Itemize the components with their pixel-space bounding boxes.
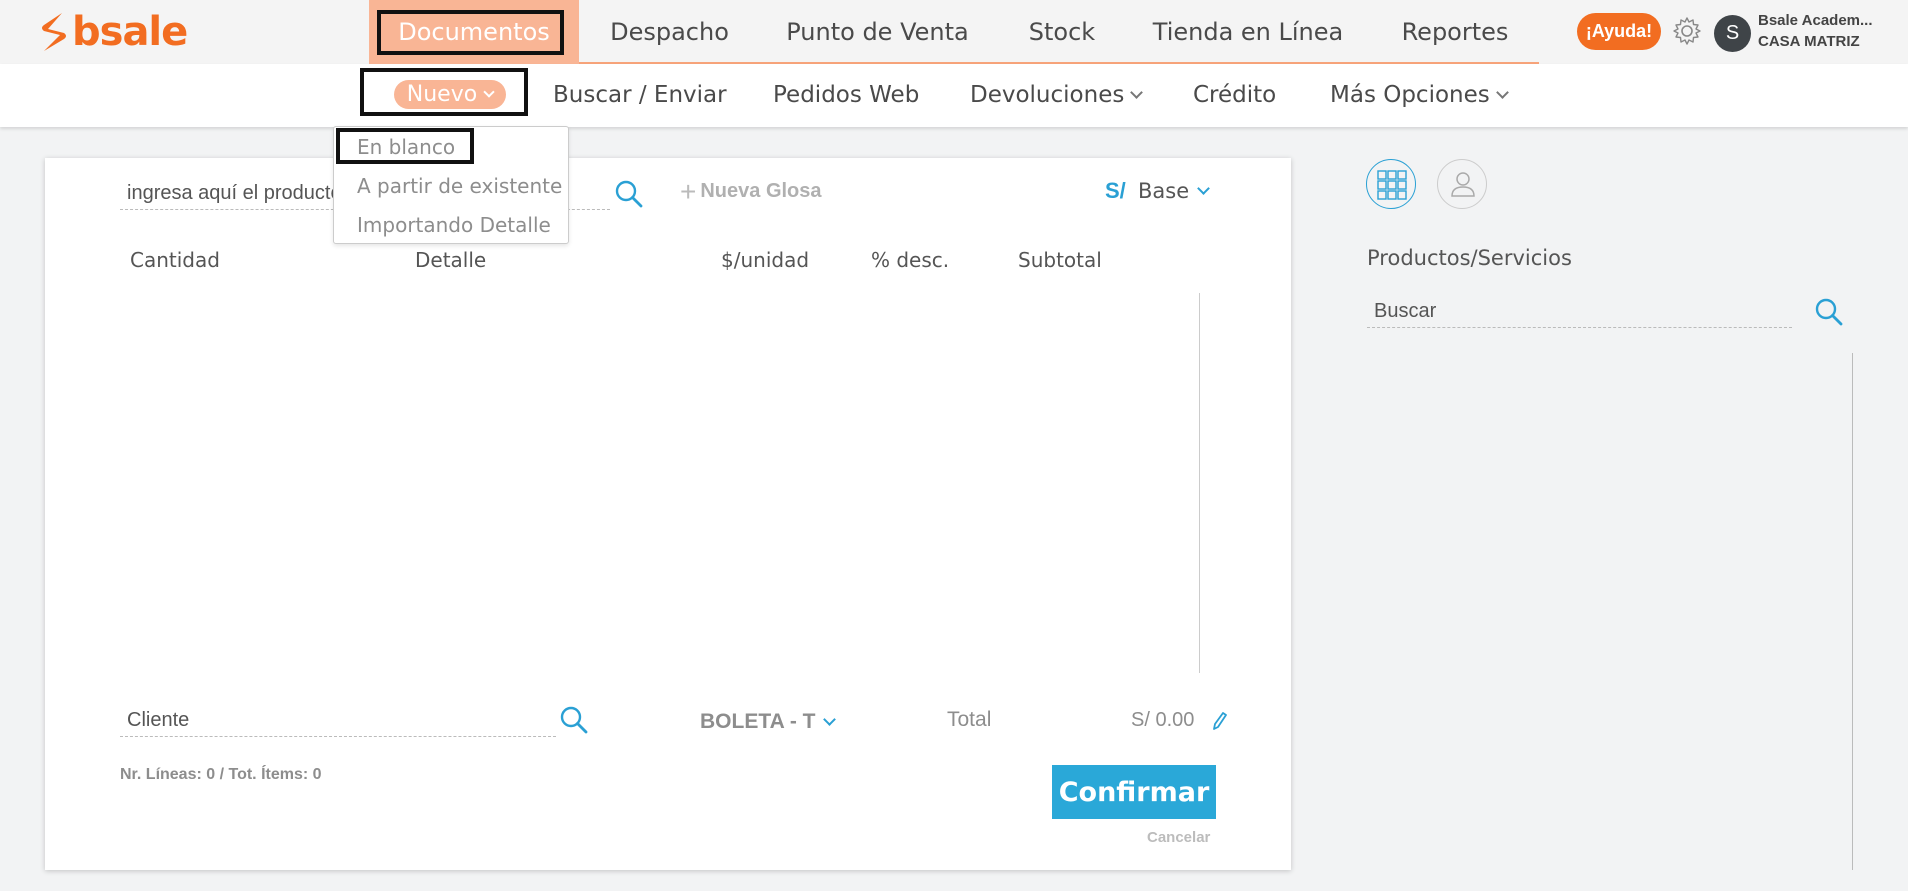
bsale-s-logo-icon (42, 13, 66, 51)
sub-nav-mas-opciones[interactable]: Más Opciones (1330, 64, 1509, 126)
sub-nav-label: Buscar / Enviar (553, 82, 727, 108)
document-card (45, 158, 1291, 870)
chevron-down-icon (1197, 181, 1211, 195)
currency-symbol: S/ (1105, 178, 1126, 203)
brand-name: bsale (72, 9, 188, 55)
tab-despacho[interactable]: Despacho (588, 0, 751, 64)
nueva-glosa-label: Nueva Glosa (700, 180, 822, 202)
menu-item-en-blanco[interactable]: En blanco (357, 135, 455, 159)
confirm-button[interactable]: Confirmar (1052, 765, 1216, 819)
document-type-value: BOLETA - T (700, 710, 816, 733)
total-label: Total (947, 708, 992, 731)
sub-nav-pedidos-web[interactable]: Pedidos Web (773, 64, 919, 126)
tab-stock[interactable]: Stock (1013, 0, 1111, 64)
sub-nav-nuevo[interactable]: Nuevo (394, 80, 506, 109)
tab-reportes[interactable]: Reportes (1386, 0, 1524, 64)
sub-nav-label: Pedidos Web (773, 82, 920, 108)
chevron-down-icon (1130, 85, 1144, 99)
price-list-value: Base (1138, 179, 1190, 203)
column-header-precio-unidad: $/unidad (721, 248, 810, 272)
tab-label: Punto de Venta (786, 18, 969, 46)
tab-label: Tienda en Línea (1152, 18, 1344, 46)
column-header-subtotal: Subtotal (1018, 248, 1102, 272)
menu-item-a-partir-de-existente[interactable]: A partir de existente (357, 174, 562, 198)
tab-label: Despacho (610, 18, 729, 46)
tab-label: Stock (1028, 18, 1096, 46)
client-view-button[interactable] (1437, 159, 1487, 209)
sub-nav-label: Más Opciones (1330, 82, 1490, 108)
user-name[interactable]: Bsale Academ... (1758, 12, 1873, 29)
sub-nav-credito[interactable]: Crédito (1193, 64, 1276, 126)
grid-view-button[interactable] (1366, 159, 1416, 209)
client-input[interactable] (120, 705, 556, 737)
pencil-icon[interactable] (1210, 710, 1228, 732)
column-header-detalle: Detalle (415, 248, 487, 272)
sub-nav-label: Devoluciones (970, 82, 1125, 108)
sub-nav-buscar-enviar[interactable]: Buscar / Enviar (553, 64, 727, 126)
brand-logo[interactable]: bsale (38, 9, 188, 55)
avatar[interactable]: S (1714, 15, 1751, 52)
sub-nav-devoluciones[interactable]: Devoluciones (970, 64, 1144, 126)
column-header-cantidad: Cantidad (130, 248, 220, 272)
total-value: S/ 0.00 (1131, 709, 1195, 731)
menu-item-importando-detalle[interactable]: Importando Detalle (357, 213, 551, 237)
chevron-down-icon (823, 712, 837, 726)
help-button[interactable]: ¡Ayuda! (1577, 13, 1661, 50)
branch-name: CASA MATRIZ (1758, 33, 1860, 50)
lines-summary: Nr. Líneas: 0 / Tot. Ítems: 0 (120, 766, 322, 783)
sub-navigation-bar (0, 64, 1908, 127)
search-icon[interactable] (613, 178, 645, 210)
chevron-down-icon (1495, 85, 1509, 99)
cancel-link[interactable]: Cancelar (1147, 829, 1210, 846)
price-list-select[interactable]: Base (1138, 179, 1211, 203)
search-icon[interactable] (558, 704, 590, 736)
nueva-glosa-button[interactable]: + Nueva Glosa (680, 175, 822, 207)
tab-punto-de-venta[interactable]: Punto de Venta (771, 0, 984, 64)
document-type-select[interactable]: BOLETA - T (700, 710, 837, 734)
gear-icon[interactable] (1671, 15, 1703, 47)
column-header-descuento: % desc. (871, 248, 950, 272)
tab-tienda-en-linea[interactable]: Tienda en Línea (1140, 0, 1356, 64)
grid-view-icon (1377, 170, 1407, 200)
tab-label: Reportes (1401, 18, 1509, 46)
products-search-input[interactable] (1367, 296, 1792, 328)
nuevo-dropdown-menu: En blanco A partir de existente Importan… (333, 126, 569, 244)
products-panel-title: Productos/Servicios (1367, 246, 1572, 270)
sub-nav-label: Nuevo (406, 82, 478, 107)
sub-nav-label: Crédito (1193, 82, 1277, 108)
client-view-icon (1451, 172, 1475, 197)
products-panel-scrollbar[interactable] (1852, 353, 1853, 870)
search-icon[interactable] (1813, 296, 1845, 328)
chevron-down-icon (483, 85, 495, 98)
tab-documentos-outline (377, 10, 564, 55)
plus-icon: + (680, 175, 697, 207)
detail-area-scrollbar[interactable] (1199, 293, 1200, 673)
